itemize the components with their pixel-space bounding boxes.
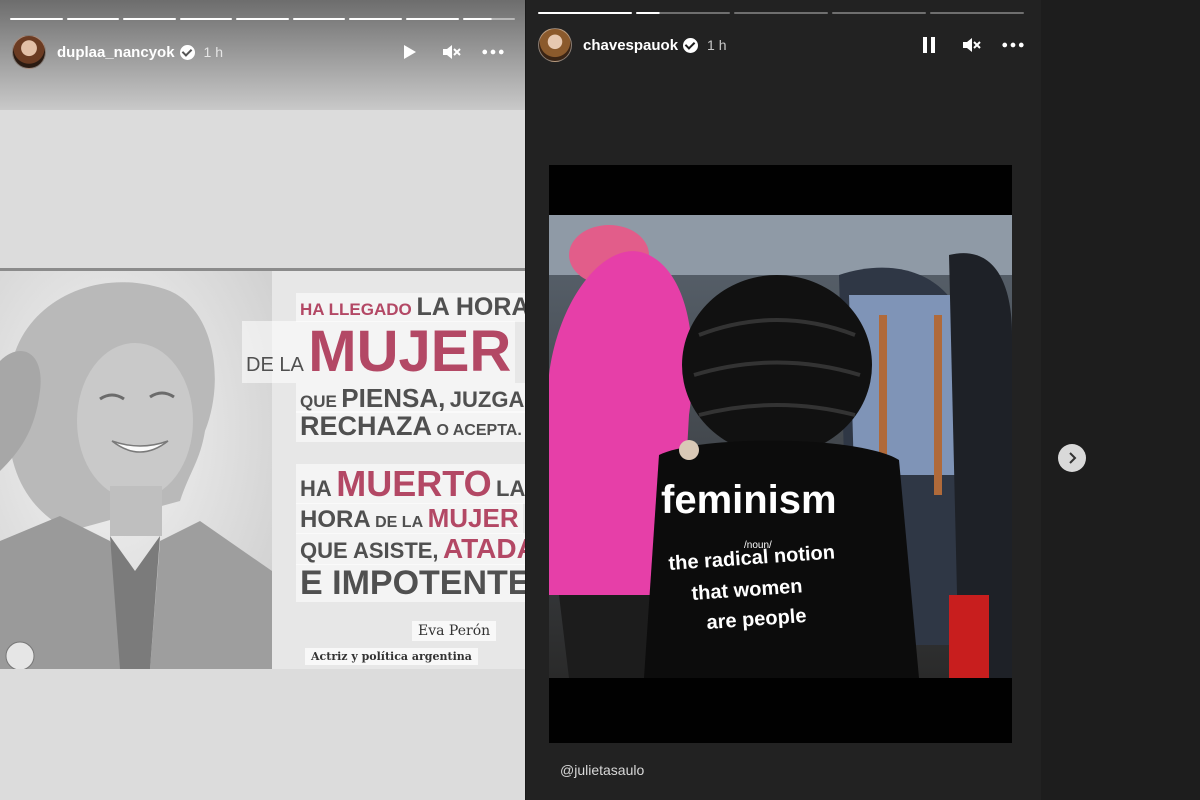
story-left-progress <box>10 18 516 20</box>
chevron-right-icon <box>1069 452 1077 464</box>
username[interactable]: chavespauok <box>583 37 678 54</box>
quote-text: RECHAZA <box>300 411 432 441</box>
story-right-header: chavespauok 1 h <box>538 28 727 62</box>
quote-text: QUE ASISTE, <box>300 538 439 563</box>
quote-highlight: MUJER <box>308 319 512 384</box>
mute-icon[interactable] <box>440 41 462 63</box>
username[interactable]: duplaa_nancyok <box>57 44 175 61</box>
quote-highlight: ATADA <box>443 533 525 564</box>
story-left[interactable]: duplaa_nancyok 1 h HA LLEGADO LA HORA DE… <box>0 0 525 800</box>
more-icon[interactable] <box>1002 34 1024 56</box>
story-left-controls <box>398 41 504 63</box>
mention-link[interactable]: @julietasaulo <box>560 762 644 778</box>
quote-text: E IMPOTENTE <box>300 564 525 602</box>
verified-badge-icon <box>179 44 195 60</box>
author-name: Eva Perón <box>412 621 497 641</box>
quote-text: JUZGA, <box>449 387 525 412</box>
play-icon[interactable] <box>398 41 420 63</box>
mute-icon[interactable] <box>960 34 982 56</box>
quote-text: HA <box>300 476 332 501</box>
quote-text: QUE <box>300 392 337 411</box>
avatar[interactable] <box>538 28 572 62</box>
portrait-image <box>0 271 272 669</box>
story-right-controls <box>918 34 1024 56</box>
quote-highlight: MUJER <box>427 503 519 533</box>
stories-viewer: duplaa_nancyok 1 h HA LLEGADO LA HORA DE… <box>0 0 1200 800</box>
quote-text: O ACEPTA. <box>436 422 522 439</box>
shirt-word: feminism <box>661 478 837 522</box>
author-description: Actriz y política argentina <box>305 648 478 665</box>
quote-text: DE LA <box>375 514 424 531</box>
eva-peron-poster: HA LLEGADO LA HORA DE LA MUJER QUE PIENS… <box>0 271 525 669</box>
next-story-button[interactable] <box>1058 444 1086 472</box>
avatar[interactable] <box>12 35 46 69</box>
quote-text: PIENSA, <box>341 383 446 413</box>
quote-text: LA <box>496 476 525 501</box>
story-left-header: duplaa_nancyok 1 h <box>12 35 223 69</box>
quote-text: HORA <box>300 506 371 533</box>
pause-icon[interactable] <box>918 34 940 56</box>
quote-text: LA HORA <box>416 293 526 321</box>
story-right-progress <box>538 12 1024 14</box>
quote-text: HA LLEGADO <box>300 300 412 319</box>
background-gap <box>1041 0 1200 800</box>
quote-text: DE LA <box>246 354 304 376</box>
feminism-jacket-photo: feminism /noun/ the radical notion that … <box>549 215 1012 678</box>
timestamp: 1 h <box>203 44 224 60</box>
verified-badge-icon <box>683 37 699 53</box>
more-icon[interactable] <box>482 41 504 63</box>
quote-highlight: MUERTO <box>336 463 492 504</box>
timestamp: 1 h <box>707 37 727 53</box>
